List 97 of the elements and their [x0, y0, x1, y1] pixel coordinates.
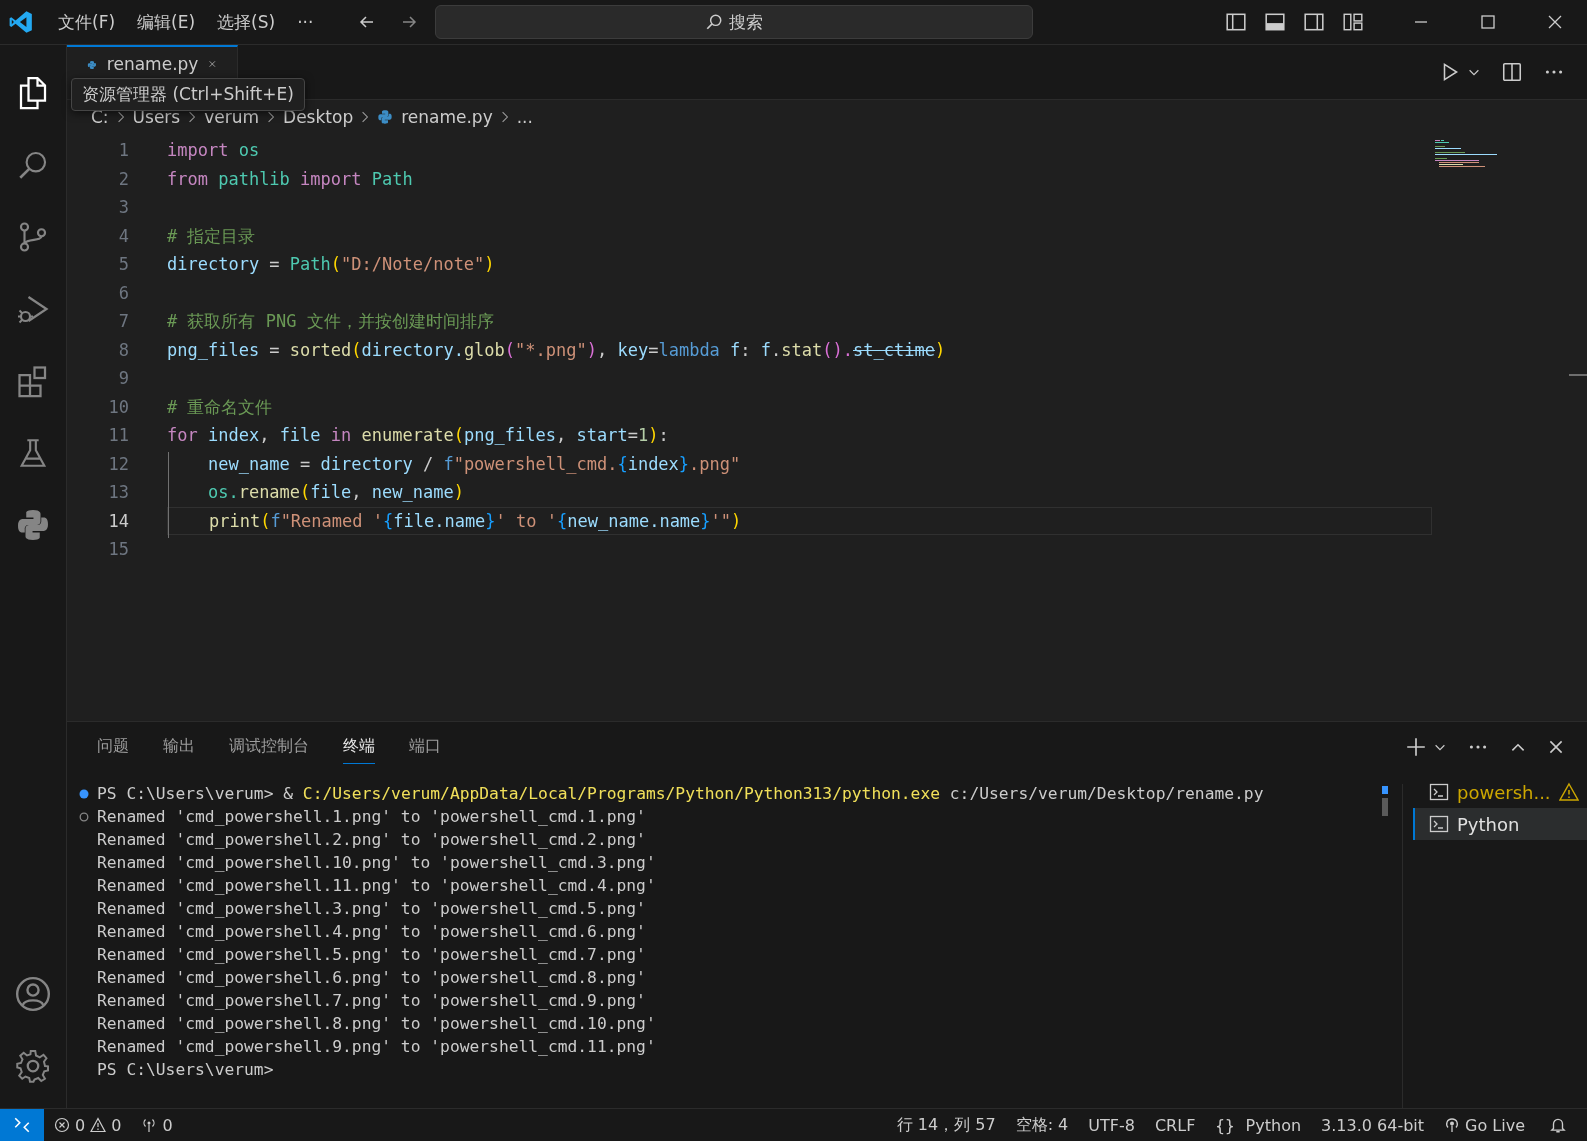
- success-marker-icon[interactable]: [79, 788, 89, 799]
- status-item[interactable]: 3.13.0 64-bit: [1311, 1115, 1435, 1135]
- terminal-session[interactable]: powersh...: [1413, 776, 1587, 808]
- code-line: new_name = directory / f"powershell_cmd.{index}.png": [206, 453, 741, 474]
- menu-item[interactable]: ···: [297, 12, 314, 32]
- language-button[interactable]: {} Python: [1205, 1115, 1312, 1135]
- error-icon: [54, 1117, 70, 1133]
- terminal-line: Renamed 'cmd_powershell.1.png' to 'powershell_cmd.1.png': [97, 806, 646, 828]
- panel-tab[interactable]: 输出: [163, 730, 195, 764]
- notification-bell-icon[interactable]: [1549, 1116, 1567, 1134]
- remote-icon: [13, 1116, 31, 1134]
- line-number: 6: [117, 281, 129, 305]
- terminal-line: Renamed 'cmd_powershell.10.png' to 'powershell_cmd.3.png': [97, 852, 656, 874]
- line-number: 5: [117, 253, 129, 276]
- ports-button[interactable]: 0: [131, 1115, 183, 1135]
- panel-tab[interactable]: 终端: [343, 730, 375, 764]
- chevron-right-icon: [500, 110, 509, 124]
- line-number: 4: [117, 224, 129, 248]
- split-editor-icon[interactable]: [1501, 61, 1523, 83]
- line-number: 9: [117, 367, 129, 390]
- problems-button[interactable]: 0 0: [44, 1115, 132, 1135]
- breadcrumb-item[interactable]: rename.py: [401, 107, 493, 127]
- terminal-icon: [1429, 782, 1449, 802]
- status-item[interactable]: CRLF: [1144, 1115, 1206, 1135]
- scrollbar-thumb[interactable]: [1382, 798, 1388, 816]
- line-number: 2: [117, 167, 129, 191]
- code-line: from pathlib import Path: [167, 168, 413, 189]
- terminal-line: Renamed 'cmd_powershell.3.png' to 'powershell_cmd.5.png': [97, 898, 646, 920]
- account-icon[interactable]: [14, 975, 52, 1013]
- chevron-right-icon: [188, 110, 197, 124]
- line-number: 7: [117, 310, 129, 333]
- line-number: 1: [117, 139, 129, 162]
- line-number: 8: [117, 338, 129, 362]
- menu-item[interactable]: 选择(S): [217, 10, 276, 34]
- plus-icon[interactable]: [1405, 736, 1427, 758]
- terminal-session[interactable]: Python: [1413, 808, 1587, 840]
- line-number: 11: [107, 424, 129, 447]
- chevron-right-icon: [361, 110, 370, 124]
- line-number: 15: [107, 538, 129, 561]
- search-field[interactable]: 搜索: [435, 5, 1034, 39]
- terminal-line: Renamed 'cmd_powershell.4.png' to 'powershell_cmd.6.png': [97, 921, 646, 943]
- breadcrumb-item[interactable]: ...: [516, 107, 533, 127]
- terminal-line: Renamed 'cmd_powershell.6.png' to 'powershell_cmd.8.png': [97, 967, 646, 989]
- line-number: 10: [107, 395, 129, 419]
- status-item[interactable]: 行 14，列 57: [886, 1114, 1006, 1136]
- remote-button[interactable]: [0, 1109, 44, 1141]
- customize-layout-icon[interactable]: [1342, 11, 1364, 33]
- tooltip: 资源管理器 (Ctrl+Shift+E): [71, 78, 305, 111]
- app-logo-icon: [8, 9, 34, 35]
- toggle-sidebar-icon[interactable]: [1225, 11, 1247, 33]
- code-line: png_files = sorted(directory.glob("*.png"), key=lambda f: f.stat().st_ctime): [167, 339, 946, 360]
- panel-tab[interactable]: 问题: [97, 730, 129, 764]
- status-item[interactable]: UTF-8: [1078, 1115, 1145, 1135]
- warning-icon: [1558, 782, 1579, 802]
- terminal-line: PS C:\Users\verum>: [97, 1059, 274, 1081]
- terminal-line: Renamed 'cmd_powershell.9.png' to 'powershell_cmd.11.png': [97, 1036, 656, 1058]
- code-line: # 指定目录: [167, 225, 256, 246]
- line-number: 13: [107, 481, 129, 504]
- menu-item[interactable]: 文件(F): [58, 10, 116, 34]
- terminal-line: Renamed 'cmd_powershell.5.png' to 'powershell_cmd.7.png': [97, 944, 646, 966]
- antenna-icon: [141, 1117, 158, 1133]
- python-file-icon: [377, 109, 394, 125]
- chevron-right-icon: [116, 110, 125, 124]
- code-line: print(f"Renamed '{file.name}' to '{new_name.name}'"): [207, 510, 742, 531]
- overview-ruler-mark: [1569, 374, 1587, 376]
- broadcast-icon: [1444, 1117, 1461, 1133]
- code-line: for index, file in enumerate(png_files, start=1):: [167, 425, 669, 445]
- warning-icon: [90, 1117, 107, 1133]
- terminal-line: Renamed 'cmd_powershell.11.png' to 'powershell_cmd.4.png': [97, 875, 656, 897]
- panel-tab[interactable]: 端口: [409, 730, 441, 764]
- terminal-line: Renamed 'cmd_powershell.8.png' to 'powershell_cmd.10.png': [97, 1013, 656, 1035]
- close-icon[interactable]: [1547, 738, 1565, 756]
- command-marker-icon[interactable]: [79, 811, 89, 822]
- go-live-button[interactable]: Go Live: [1434, 1115, 1535, 1135]
- chevron-right-icon: [267, 110, 276, 124]
- code-line: import os: [167, 140, 260, 160]
- maximize-icon[interactable]: [1478, 12, 1498, 32]
- panel-tab[interactable]: 调试控制台: [229, 730, 309, 764]
- python-icon[interactable]: [15, 507, 51, 543]
- code-line: # 重命名文件: [167, 396, 273, 417]
- code-line: directory = Path("D:/Note/note"): [167, 254, 495, 274]
- status-item[interactable]: 空格: 4: [1005, 1114, 1079, 1136]
- search-icon: [705, 13, 724, 31]
- toggle-secondary-sidebar-icon[interactable]: [1303, 11, 1325, 33]
- line-number: 12: [107, 452, 129, 476]
- scrollbar-thumb[interactable]: [1382, 786, 1388, 794]
- line-number: 14: [107, 509, 129, 533]
- terminal-line: Renamed 'cmd_powershell.2.png' to 'powershell_cmd.2.png': [97, 829, 646, 851]
- code-line: os.rename(file, new_name): [206, 482, 464, 502]
- settings-icon[interactable]: [15, 1048, 51, 1084]
- line-number: 3: [117, 196, 129, 219]
- menu-item[interactable]: 编辑(E): [137, 10, 196, 34]
- terminal-icon: [1429, 814, 1449, 834]
- toggle-panel-icon[interactable]: [1264, 11, 1286, 33]
- terminal-line: PS C:\Users\verum> & C:/Users/verum/AppData/Local/Programs/Python/Python313/python.exe c:/Users/verum/Desktop/rename.py: [97, 783, 1264, 805]
- terminal-line: Renamed 'cmd_powershell.7.png' to 'powershell_cmd.9.png': [97, 990, 646, 1012]
- code-line: # 获取所有 PNG 文件，并按创建时间排序: [167, 311, 494, 331]
